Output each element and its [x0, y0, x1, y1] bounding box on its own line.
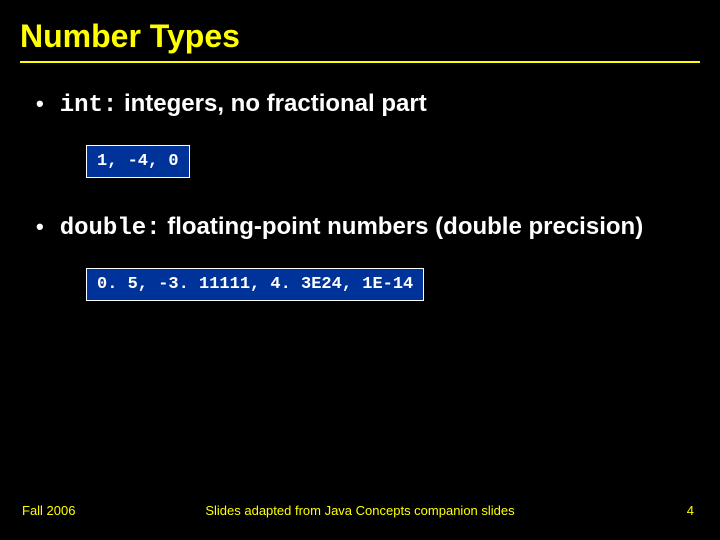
- bullet-dot-icon: •: [36, 89, 44, 119]
- bullet-description: floating-point numbers (double precision…: [161, 213, 644, 240]
- code-keyword: double:: [60, 215, 161, 242]
- title-underline: [20, 61, 700, 63]
- slide: Number Types • int: integers, no fractio…: [0, 0, 720, 540]
- bullet-item: • int: integers, no fractional part: [30, 89, 700, 121]
- slide-number: 4: [687, 503, 694, 518]
- code-keyword: int:: [60, 92, 118, 119]
- slide-content: • int: integers, no fractional part 1, -…: [20, 89, 700, 319]
- slide-title: Number Types: [20, 18, 700, 55]
- bullet-dot-icon: •: [36, 212, 44, 242]
- code-example-box: 0. 5, -3. 11111, 4. 3E24, 1E-14: [86, 268, 424, 301]
- footer-attribution: Slides adapted from Java Concepts compan…: [0, 503, 720, 518]
- bullet-text: double: floating-point numbers (double p…: [60, 212, 643, 244]
- bullet-description: integers, no fractional part: [117, 90, 426, 117]
- bullet-item: • double: floating-point numbers (double…: [30, 212, 700, 244]
- bullet-text: int: integers, no fractional part: [60, 89, 427, 121]
- code-example-box: 1, -4, 0: [86, 145, 190, 178]
